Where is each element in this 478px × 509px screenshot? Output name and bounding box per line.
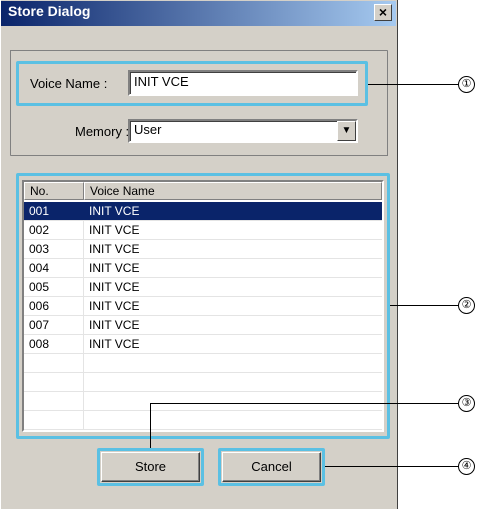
leader-line-1 xyxy=(368,84,458,85)
memory-label: Memory : xyxy=(75,124,130,139)
memory-select-value: User xyxy=(134,122,162,137)
highlight-store-button xyxy=(97,448,204,486)
memory-select[interactable]: User xyxy=(128,119,358,143)
leader-line-4 xyxy=(325,466,458,467)
close-icon: × xyxy=(378,4,388,20)
callout-2: ② xyxy=(458,297,475,314)
chevron-down-icon: ▼ xyxy=(341,125,352,136)
highlight-voice-list xyxy=(16,173,390,439)
callout-3: ③ xyxy=(458,395,475,412)
window-title: Store Dialog xyxy=(8,3,91,19)
leader-line-3 xyxy=(150,403,458,404)
callout-1: ① xyxy=(458,76,475,93)
leader-line-3-vertical xyxy=(150,403,151,448)
leader-line-2 xyxy=(390,305,458,306)
memory-dropdown-button[interactable]: ▼ xyxy=(337,121,356,141)
callout-4: ④ xyxy=(458,458,475,475)
highlight-cancel-button xyxy=(218,448,325,486)
close-button[interactable]: × xyxy=(374,4,392,21)
highlight-voice-name xyxy=(16,61,368,106)
